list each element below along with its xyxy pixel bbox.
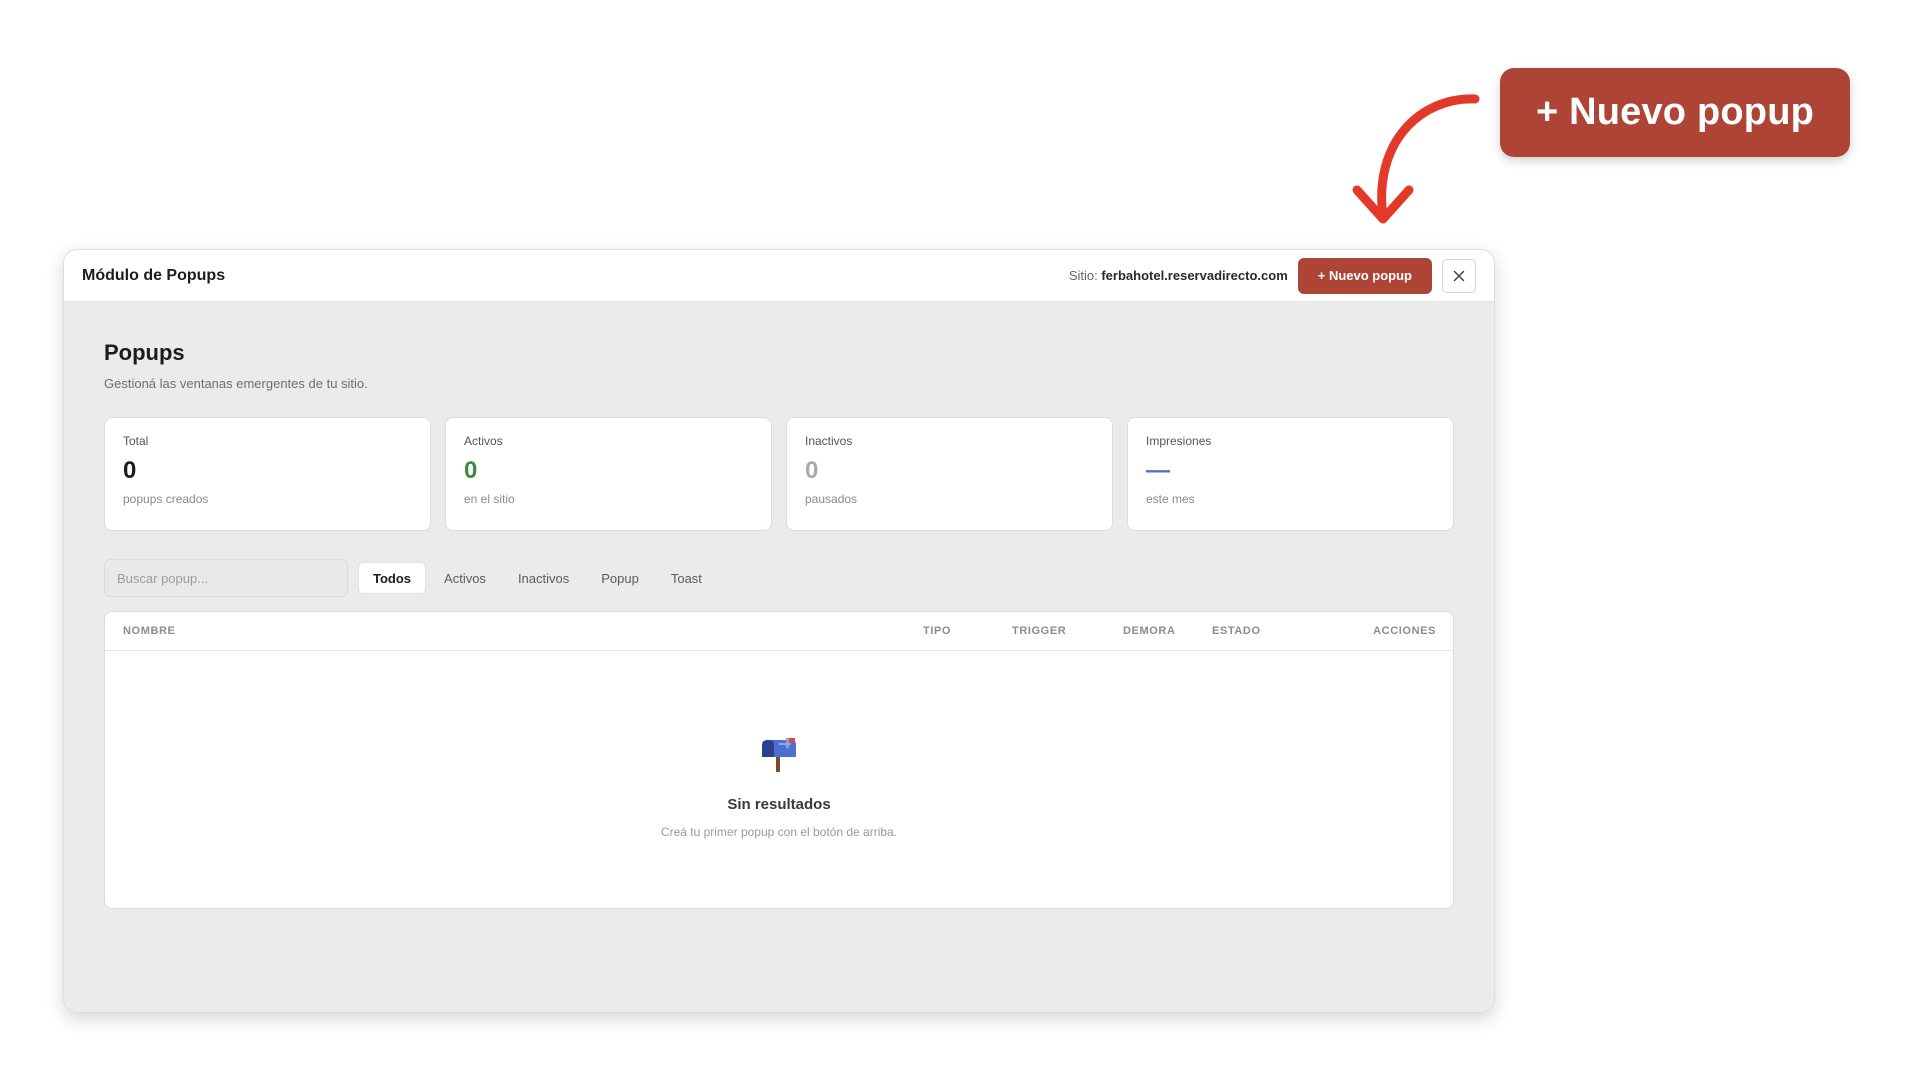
empty-state: Sin resultados Creá tu primer popup con … bbox=[105, 651, 1453, 839]
page-subtitle: Gestioná las ventanas emergentes de tu s… bbox=[104, 376, 368, 391]
modal-content: Popups Gestioná las ventanas emergentes … bbox=[64, 302, 1494, 909]
page-title: Popups bbox=[104, 340, 185, 365]
callout-arrow-icon bbox=[1352, 94, 1480, 224]
stat-note: popups creados bbox=[123, 492, 209, 506]
column-header-acciones: ACCIONES bbox=[1373, 625, 1436, 637]
popups-table: NOMBRE TIPO TRIGGER DEMORA ESTADO ACCION… bbox=[104, 611, 1454, 909]
column-header-nombre[interactable]: NOMBRE bbox=[123, 625, 176, 637]
stat-card-total: Total 0 popups creados bbox=[104, 417, 431, 531]
column-header-estado[interactable]: ESTADO bbox=[1212, 625, 1261, 637]
stat-label: Total bbox=[123, 434, 149, 448]
tab-todos[interactable]: Todos bbox=[358, 562, 427, 594]
stat-note: en el sitio bbox=[464, 492, 515, 506]
close-icon bbox=[1453, 270, 1465, 281]
screen: + Nuevo popup Módulo de Popups Sitio: fe… bbox=[0, 0, 1920, 1080]
stat-label: Impresiones bbox=[1146, 434, 1212, 448]
site-domain: ferbahotel.reservadirecto.com bbox=[1101, 268, 1288, 283]
popups-modal: Módulo de Popups Sitio: ferbahotel.reser… bbox=[63, 249, 1495, 1013]
stat-card-inactivos: Inactivos 0 pausados bbox=[786, 417, 1113, 531]
tab-toast[interactable]: Toast bbox=[657, 562, 716, 594]
stats-row: Total 0 popups creados Activos 0 en el s… bbox=[104, 417, 1454, 531]
stat-value: — bbox=[1146, 457, 1170, 484]
tab-activos[interactable]: Activos bbox=[430, 562, 500, 594]
search-input[interactable] bbox=[104, 559, 348, 597]
stat-card-activos: Activos 0 en el sitio bbox=[445, 417, 772, 531]
stat-value: 0 bbox=[805, 457, 819, 484]
column-header-tipo[interactable]: TIPO bbox=[923, 625, 951, 637]
modal-title: Módulo de Popups bbox=[82, 266, 226, 284]
tab-popup[interactable]: Popup bbox=[587, 562, 653, 594]
callout-new-popup-button: + Nuevo popup bbox=[1500, 68, 1850, 157]
empty-description: Creá tu primer popup con el botón de arr… bbox=[660, 825, 898, 839]
filter-tabs: Todos Activos Inactivos Popup Toast bbox=[358, 562, 716, 594]
stat-label: Activos bbox=[464, 434, 503, 448]
stat-label: Inactivos bbox=[805, 434, 853, 448]
filters-bar: Todos Activos Inactivos Popup Toast bbox=[104, 559, 1454, 597]
empty-title: Sin resultados bbox=[727, 796, 831, 813]
site-label: Sitio: ferbahotel.reservadirecto.com bbox=[1069, 268, 1288, 283]
close-button[interactable] bbox=[1442, 258, 1476, 293]
table-header: NOMBRE TIPO TRIGGER DEMORA ESTADO ACCION… bbox=[105, 612, 1453, 651]
modal-header: Módulo de Popups Sitio: ferbahotel.reser… bbox=[64, 250, 1494, 302]
stat-card-impresiones: Impresiones — este mes bbox=[1127, 417, 1454, 531]
site-prefix: Sitio: bbox=[1068, 268, 1098, 283]
new-popup-button[interactable]: + Nuevo popup bbox=[1297, 257, 1432, 294]
stat-value: 0 bbox=[464, 457, 478, 484]
stat-value: 0 bbox=[123, 457, 137, 484]
column-header-demora[interactable]: DEMORA bbox=[1123, 625, 1176, 637]
stat-note: este mes bbox=[1146, 492, 1195, 506]
mailbox-icon bbox=[762, 738, 796, 772]
stat-note: pausados bbox=[805, 492, 858, 506]
column-header-trigger[interactable]: TRIGGER bbox=[1012, 625, 1066, 637]
tab-inactivos[interactable]: Inactivos bbox=[504, 562, 583, 594]
